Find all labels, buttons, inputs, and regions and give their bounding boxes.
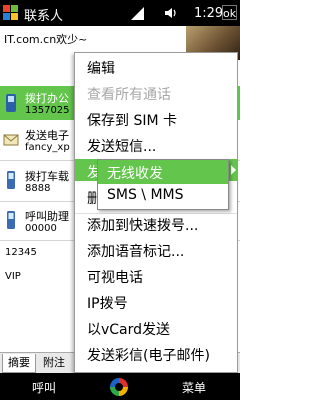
menu-item-send-sms[interactable]: 发送短信... (87, 136, 156, 156)
menu-item-save-to-sim[interactable]: 保存到 SIM 卡 (87, 110, 177, 130)
menu-item-video-call[interactable]: 可视电话 (87, 267, 143, 287)
call-softkey[interactable]: 呼叫 (32, 379, 56, 396)
windows-live-icon[interactable] (110, 378, 128, 396)
menu-divider (75, 213, 237, 214)
softkey-bar: 呼叫 菜单 (0, 373, 240, 400)
close-button[interactable]: ok (222, 5, 237, 20)
clock: 1:29 (194, 6, 224, 21)
speaker-volume-icon[interactable] (164, 6, 178, 20)
menu-item-edit[interactable]: 编辑 (87, 58, 115, 78)
context-menu: 编辑 查看所有通话 保存到 SIM 卡 发送短信... 发送 删除 添加到快速拨… (74, 52, 238, 373)
app-title: 联系人 (24, 9, 64, 24)
menu-item-view-all-calls[interactable]: 查看所有通话 (87, 84, 171, 104)
list-item-value: 8888 (25, 183, 51, 194)
list-item-value: 1357025 (25, 105, 70, 116)
menu-item-add-speed-dial[interactable]: 添加到快速拨号... (87, 215, 198, 235)
tab-summary[interactable]: 摘要 (2, 354, 36, 373)
list-item-label: 拨打车载 (25, 170, 69, 183)
menu-softkey[interactable]: 菜单 (182, 379, 206, 396)
mobile-phone-icon (7, 211, 15, 229)
status-bar: 联系人 1:29 ok (0, 0, 240, 26)
signal-strength-icon (131, 7, 144, 20)
list-item-value: fancy_xp (25, 142, 70, 153)
list-item-label: 拨打办公 (25, 92, 69, 105)
greeting-text: IT.com.cn欢少~ (4, 33, 88, 46)
submenu-item-wireless[interactable]: 无线收发 (107, 163, 163, 183)
submenu-arrow-icon (231, 165, 236, 175)
field-value: VIP (5, 271, 21, 282)
menu-item-ip-dial[interactable]: IP拨号 (87, 293, 128, 313)
phone-icon (6, 94, 16, 112)
list-item-label: 呼叫助理 (25, 210, 69, 223)
menu-item-send-vcard[interactable]: 以vCard发送 (87, 319, 170, 339)
submenu-item-sms-mms[interactable]: SMS \ MMS (107, 187, 184, 203)
field-value: 12345 (5, 247, 37, 258)
menu-item-add-voice-tag[interactable]: 添加语音标记... (87, 241, 184, 261)
start-menu-icon[interactable] (3, 5, 19, 21)
email-icon (3, 134, 19, 146)
menu-item-send-mms-email[interactable]: 发送彩信(电子邮件) (87, 345, 210, 365)
list-item-label: 发送电子 (25, 129, 69, 142)
list-item-value: 00000 (25, 223, 57, 234)
tab-notes[interactable]: 附注 (38, 354, 70, 372)
send-submenu: 无线收发 SMS \ MMS (97, 159, 229, 210)
mobile-phone-icon (7, 171, 15, 189)
